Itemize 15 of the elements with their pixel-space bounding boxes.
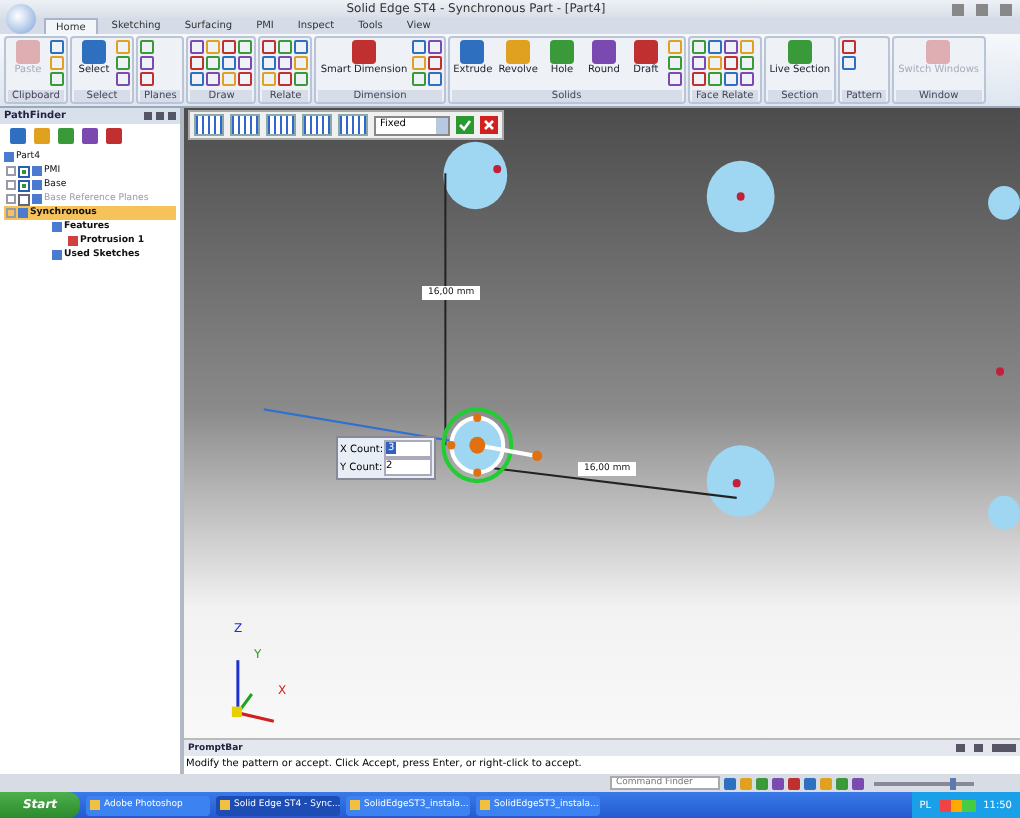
selected-cylinder-drawing[interactable] xyxy=(441,407,543,484)
window-controls-icon[interactable] xyxy=(952,3,1012,15)
cancel-button-icon[interactable] xyxy=(480,116,498,134)
accept-button-icon[interactable] xyxy=(456,116,474,134)
grid-icon[interactable] xyxy=(230,114,260,136)
rectangular-pattern-icon[interactable] xyxy=(194,114,224,136)
part-icon xyxy=(4,152,14,162)
grid-icon[interactable] xyxy=(302,114,332,136)
axis-triad-drawing xyxy=(231,660,275,723)
panel-controls-icon[interactable] xyxy=(144,112,176,120)
checkbox[interactable] xyxy=(18,179,30,191)
panel-controls-icon[interactable] xyxy=(956,744,1016,752)
checkbox[interactable] xyxy=(18,165,30,177)
zoom-slider-thumb[interactable] xyxy=(950,777,956,789)
grid-icon[interactable] xyxy=(266,114,296,136)
